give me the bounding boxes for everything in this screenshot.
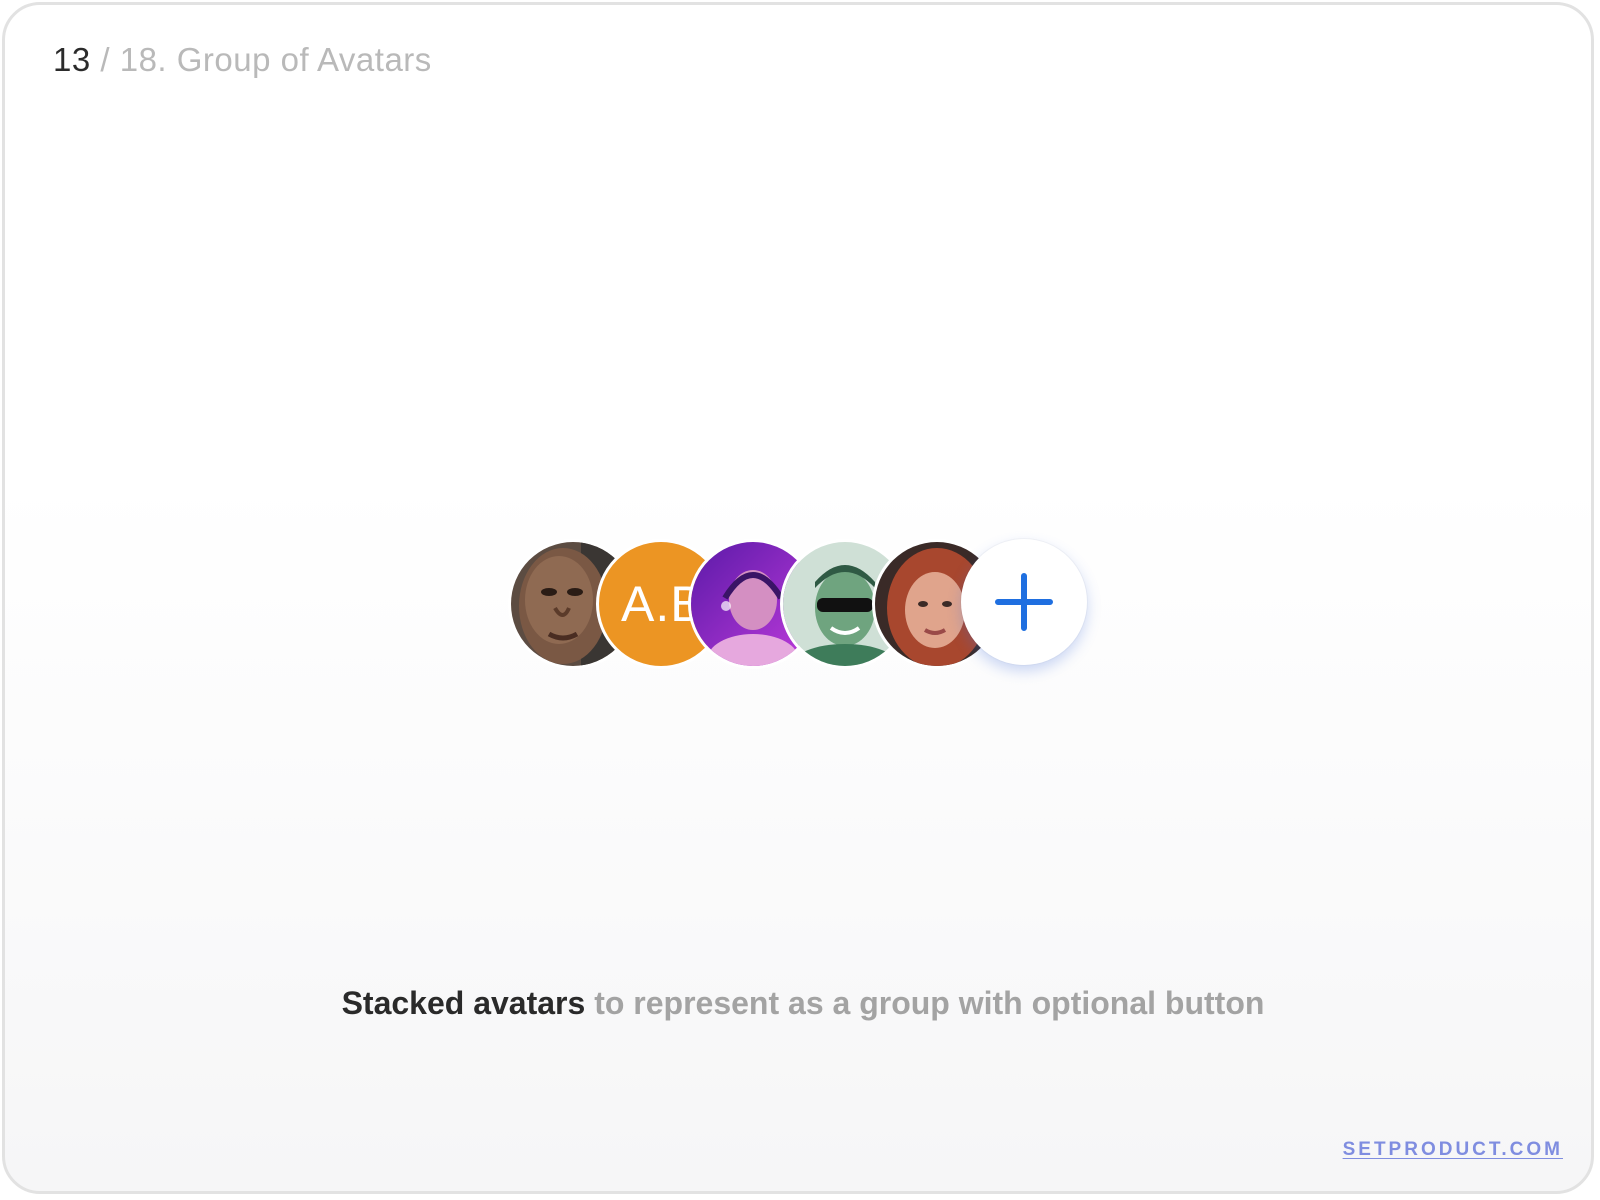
caption-strong: Stacked avatars xyxy=(341,985,586,1021)
plus-icon xyxy=(995,573,1053,631)
page-number: 13 xyxy=(53,41,91,78)
brand-link[interactable]: SETPRODUCT.COM xyxy=(1343,1139,1563,1161)
caption: Stacked avatars to represent as a group … xyxy=(5,985,1591,1022)
page-section-title: / 18. Group of Avatars xyxy=(90,41,432,78)
page-title: 13 / 18. Group of Avatars xyxy=(53,41,432,79)
avatar-group: A.B xyxy=(508,539,1098,671)
slide-frame: 13 / 18. Group of Avatars A.B Stacked av… xyxy=(2,2,1594,1194)
caption-rest: to represent as a group with optional bu… xyxy=(585,985,1265,1021)
add-member-button[interactable] xyxy=(961,539,1087,665)
